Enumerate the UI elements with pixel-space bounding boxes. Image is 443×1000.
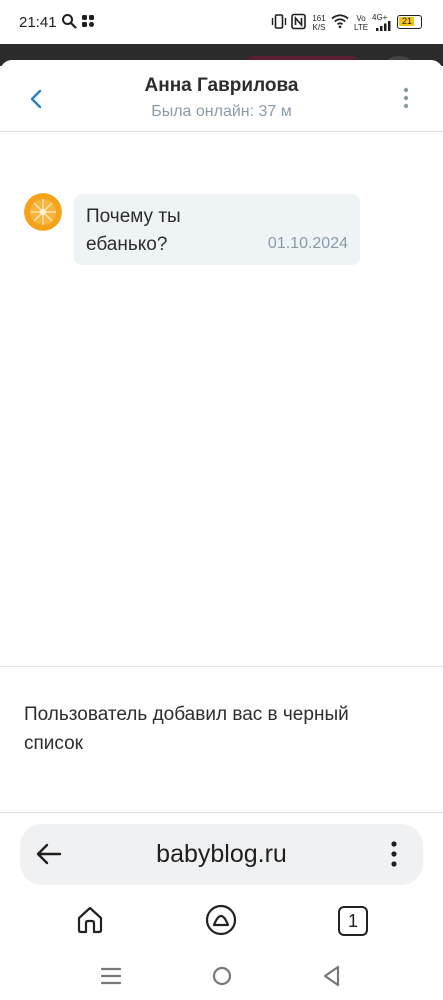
alice-assistant-icon[interactable]	[205, 904, 237, 936]
home-circle-icon[interactable]	[207, 962, 237, 990]
status-time: 21:41	[19, 14, 57, 31]
battery-icon: 21	[397, 15, 422, 29]
orange-avatar-icon	[24, 193, 62, 231]
volte-top-label: Vo	[356, 14, 366, 23]
message-text: Почему ты ебанько?	[86, 206, 181, 255]
back-triangle-icon[interactable]	[317, 962, 347, 990]
divider	[0, 812, 443, 813]
volte-indicator: Vo LTE	[354, 14, 368, 32]
network-speed-unit: K/S	[312, 23, 326, 32]
browser-menu-icon[interactable]	[382, 839, 406, 869]
chat-title: Анна Гаврилова	[144, 75, 299, 96]
network-speed-value: 161	[312, 14, 326, 23]
volte-bottom-label: LTE	[354, 23, 369, 32]
status-bar: 21:41 161 K/S Vo LTE 4G+ 21	[0, 0, 443, 44]
battery-level: 21	[402, 16, 413, 26]
network-speed: 161 K/S	[312, 14, 326, 32]
last-seen-status: Была онлайн: 37 м	[151, 103, 292, 120]
signal-icon	[376, 21, 391, 31]
url-field[interactable]: babyblog.ru	[20, 840, 423, 869]
avatar[interactable]	[24, 193, 62, 231]
nfc-icon	[291, 13, 306, 30]
home-icon[interactable]	[74, 904, 106, 936]
message-bubble[interactable]: Почему ты ебанько? 01.10.2024	[74, 194, 360, 265]
browser-address-bar: babyblog.ru	[20, 824, 423, 885]
more-vertical-icon[interactable]	[392, 84, 420, 112]
recent-apps-icon[interactable]	[96, 962, 126, 990]
wifi-icon	[331, 14, 349, 29]
chat-header: Анна Гаврилова Была онлайн: 37 м	[0, 60, 443, 132]
tabs-counter-button[interactable]: 1	[338, 906, 368, 936]
message-date: 01.10.2024	[267, 235, 348, 252]
apps-icon	[82, 15, 94, 27]
divider	[0, 666, 443, 667]
blocked-notice: Пользователь добавил вас в черный список	[24, 704, 349, 754]
search-icon	[62, 14, 77, 29]
vibrate-icon	[271, 14, 287, 29]
